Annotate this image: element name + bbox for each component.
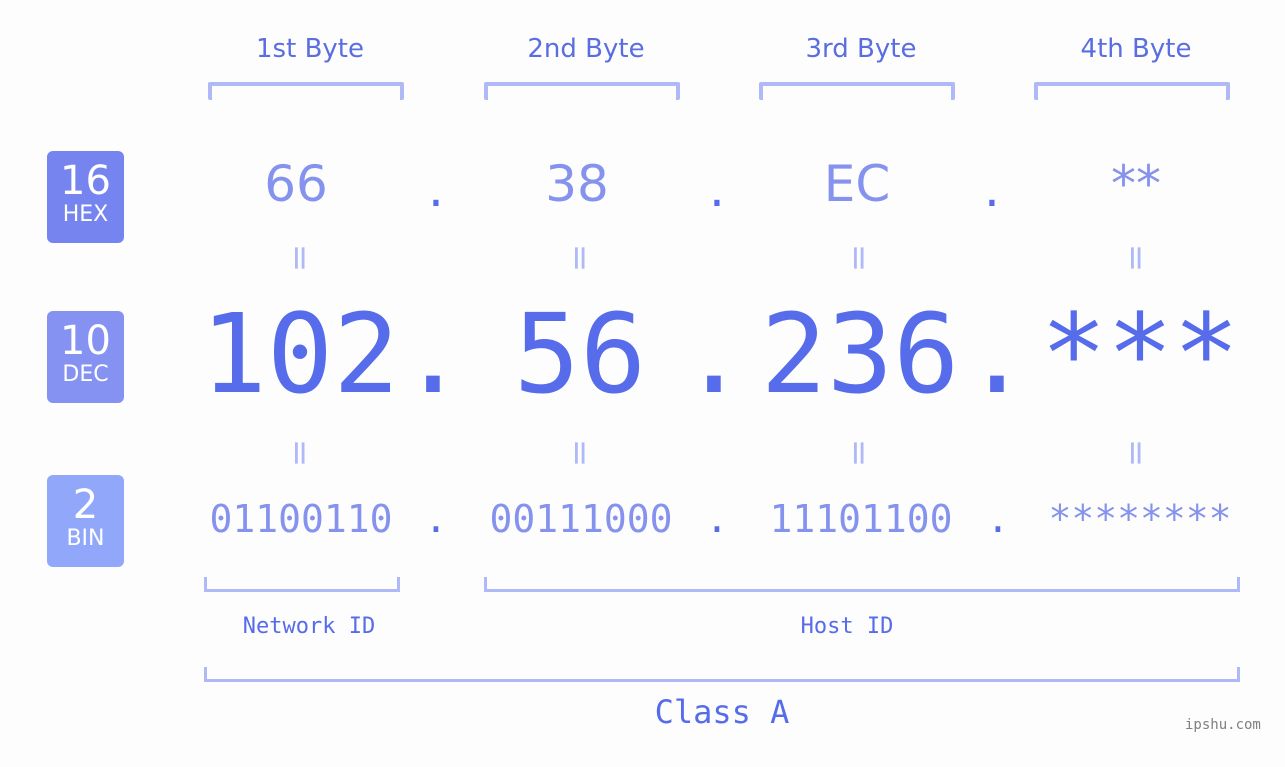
byte-header-2: 2nd Byte (527, 34, 645, 64)
dec-badge-label: DEC (62, 362, 109, 387)
bin-dot-1: . (424, 497, 448, 541)
equals-icon: = (560, 438, 600, 468)
network-id-bracket (204, 577, 400, 592)
equals-icon: = (1116, 438, 1156, 468)
bin-badge: 2 BIN (47, 475, 124, 567)
class-label: Class A (654, 693, 790, 731)
bin-dot-3: . (986, 497, 1010, 541)
bin-badge-label: BIN (66, 526, 105, 551)
equals-icon: = (280, 438, 320, 468)
byte-header-3: 3rd Byte (805, 34, 917, 64)
dec-dot-2: . (680, 290, 748, 418)
hex-dot-2: . (709, 160, 725, 218)
hex-dot-1: . (428, 160, 444, 218)
byte-header-4: 4th Byte (1080, 34, 1192, 64)
bin-byte-4: ******** (1048, 497, 1232, 541)
hex-byte-3: EC (823, 155, 891, 213)
hex-byte-2: 38 (545, 155, 609, 213)
bin-byte-2: 00111000 (489, 497, 673, 541)
byte-bracket-1 (208, 82, 404, 100)
hex-badge: 16 HEX (47, 151, 124, 243)
class-bracket (204, 667, 1240, 682)
dec-byte-2: 56 (513, 290, 647, 418)
network-id-label: Network ID (242, 614, 376, 639)
byte-bracket-3 (759, 82, 955, 100)
equals-icon: = (839, 438, 879, 468)
hex-badge-number: 16 (60, 158, 111, 204)
bin-byte-1: 01100110 (209, 497, 393, 541)
bin-byte-3: 11101100 (769, 497, 953, 541)
hex-byte-4: ** (1111, 155, 1161, 213)
hex-dot-3: . (984, 160, 1000, 218)
dec-byte-1: 102 (200, 290, 400, 418)
watermark: ipshu.com (1185, 717, 1261, 733)
equals-icon: = (560, 243, 600, 273)
dec-byte-3: 236 (760, 290, 960, 418)
host-id-label: Host ID (800, 614, 894, 639)
dec-badge-number: 10 (60, 318, 111, 364)
equals-icon: = (280, 243, 320, 273)
hex-byte-1: 66 (264, 155, 328, 213)
equals-icon: = (839, 243, 879, 273)
dec-byte-4: *** (1040, 290, 1240, 418)
byte-bracket-2 (484, 82, 680, 100)
bin-badge-number: 2 (72, 482, 99, 528)
equals-icon: = (1116, 243, 1156, 273)
dec-dot-1: . (399, 290, 467, 418)
byte-bracket-4 (1034, 82, 1230, 100)
bin-dot-2: . (705, 497, 729, 541)
dec-badge: 10 DEC (47, 311, 124, 403)
byte-header-1: 1st Byte (256, 34, 364, 64)
dec-dot-3: . (963, 290, 1031, 418)
host-id-bracket (484, 577, 1240, 592)
hex-badge-label: HEX (62, 202, 109, 227)
